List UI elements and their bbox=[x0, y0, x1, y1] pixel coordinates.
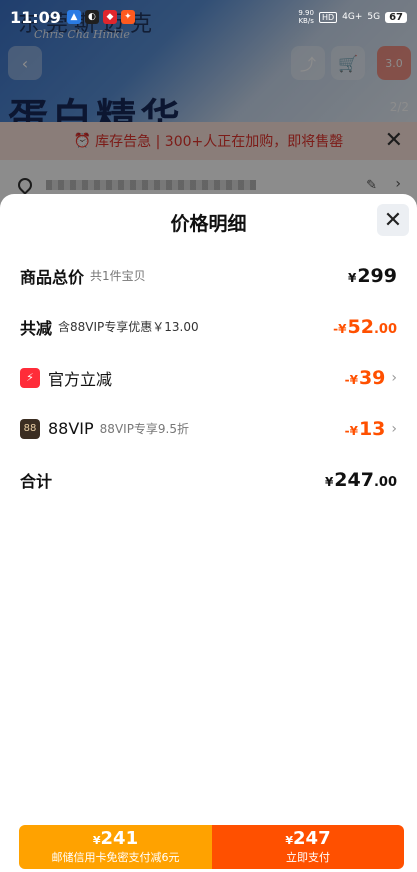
amount-integer: 39 bbox=[358, 366, 386, 389]
row-amount: -¥ 39 bbox=[345, 367, 386, 389]
status-time: 11:09 bbox=[10, 7, 61, 27]
row-label: 官方立减 bbox=[48, 369, 113, 389]
vip-badge-icon: 88 bbox=[20, 418, 40, 439]
status-bar: 11:09 ▲ ◐ ◆ ✦ 9.90 KB/s HD 4G+ 5G 67 bbox=[0, 0, 417, 34]
signal-4g-icon: 4G+ bbox=[342, 12, 363, 22]
sheet-header: 价格明细 ✕ bbox=[0, 194, 417, 250]
app-notification-icon: ◆ bbox=[102, 10, 117, 24]
amount-decimal: .00 bbox=[373, 321, 397, 337]
pay-price: ¥247 bbox=[285, 829, 330, 851]
currency-symbol: ¥ bbox=[285, 834, 294, 847]
currency-symbol: -¥ bbox=[344, 372, 358, 387]
hd-icon: HD bbox=[318, 11, 338, 23]
price-detail-sheet: 价格明细 ✕ 商品总价 共1件宝贝 ¥ 299 共减 含88VIP专享优惠￥13… bbox=[0, 194, 417, 872]
row-label: 共减 bbox=[20, 318, 53, 338]
pay-desc: 立即支付 bbox=[286, 851, 330, 864]
total-discount-row: 共减 含88VIP专享优惠￥13.00 -¥ 52 .00 bbox=[0, 301, 417, 352]
currency-symbol: -¥ bbox=[333, 321, 347, 336]
lightning-icon: ⚡ bbox=[20, 367, 40, 388]
currency-symbol: ¥ bbox=[92, 834, 101, 847]
signal-5g-icon: 5G bbox=[367, 12, 381, 22]
price-value: 241 bbox=[100, 828, 139, 849]
price-value: 247 bbox=[293, 828, 331, 849]
app-notification-icon: ▲ bbox=[66, 10, 81, 24]
row-amount: -¥ 13 bbox=[345, 418, 386, 440]
chevron-right-icon: › bbox=[391, 369, 397, 386]
row-amount: -¥ 52 .00 bbox=[333, 316, 397, 338]
app-notification-icon: ✦ bbox=[120, 10, 135, 24]
grand-total-row: 合计 ¥ 247 .00 bbox=[0, 454, 417, 505]
total-price-row: 商品总价 共1件宝贝 ¥ 299 bbox=[0, 250, 417, 301]
battery-icon: 67 bbox=[385, 11, 407, 23]
credit-card-pay-button[interactable]: ¥241 邮储信用卡免密支付减6元 bbox=[19, 825, 212, 869]
amount-decimal: .00 bbox=[373, 474, 397, 490]
app-notification-icon: ◐ bbox=[84, 10, 99, 24]
close-icon: ✕ bbox=[383, 207, 403, 233]
currency-symbol: ¥ bbox=[347, 270, 357, 285]
row-sub: 88VIP专享9.5折 bbox=[99, 422, 190, 436]
amount-integer: 52 bbox=[347, 315, 374, 338]
network-speed: 9.90 KB/s bbox=[298, 9, 314, 25]
row-sub: 含88VIP专享优惠￥13.00 bbox=[58, 320, 199, 334]
row-label: 商品总价 bbox=[20, 267, 85, 287]
official-discount-row[interactable]: ⚡ 官方立减 -¥ 39 › bbox=[0, 352, 417, 403]
amount-integer: 247 bbox=[334, 468, 374, 491]
pay-price: ¥241 bbox=[93, 829, 138, 851]
close-button[interactable]: ✕ bbox=[377, 204, 409, 236]
row-amount: ¥ 247 .00 bbox=[325, 469, 397, 491]
amount-integer: 299 bbox=[357, 264, 397, 287]
pay-now-button[interactable]: ¥247 立即支付 bbox=[212, 825, 404, 869]
payment-bar: ¥241 邮储信用卡免密支付减6元 ¥247 立即支付 bbox=[19, 825, 404, 869]
currency-symbol: -¥ bbox=[344, 423, 358, 438]
row-label: 合计 bbox=[20, 471, 53, 491]
chevron-right-icon: › bbox=[391, 420, 397, 437]
row-amount: ¥ 299 bbox=[348, 265, 397, 287]
amount-integer: 13 bbox=[358, 417, 386, 440]
row-sub: 共1件宝贝 bbox=[90, 269, 146, 283]
vip-discount-row[interactable]: 88 88VIP 88VIP专享9.5折 -¥ 13 › bbox=[0, 403, 417, 454]
pay-desc: 邮储信用卡免密支付减6元 bbox=[51, 851, 180, 864]
row-label: 88VIP bbox=[48, 419, 94, 438]
currency-symbol: ¥ bbox=[324, 474, 334, 489]
sheet-title: 价格明细 bbox=[170, 212, 247, 235]
